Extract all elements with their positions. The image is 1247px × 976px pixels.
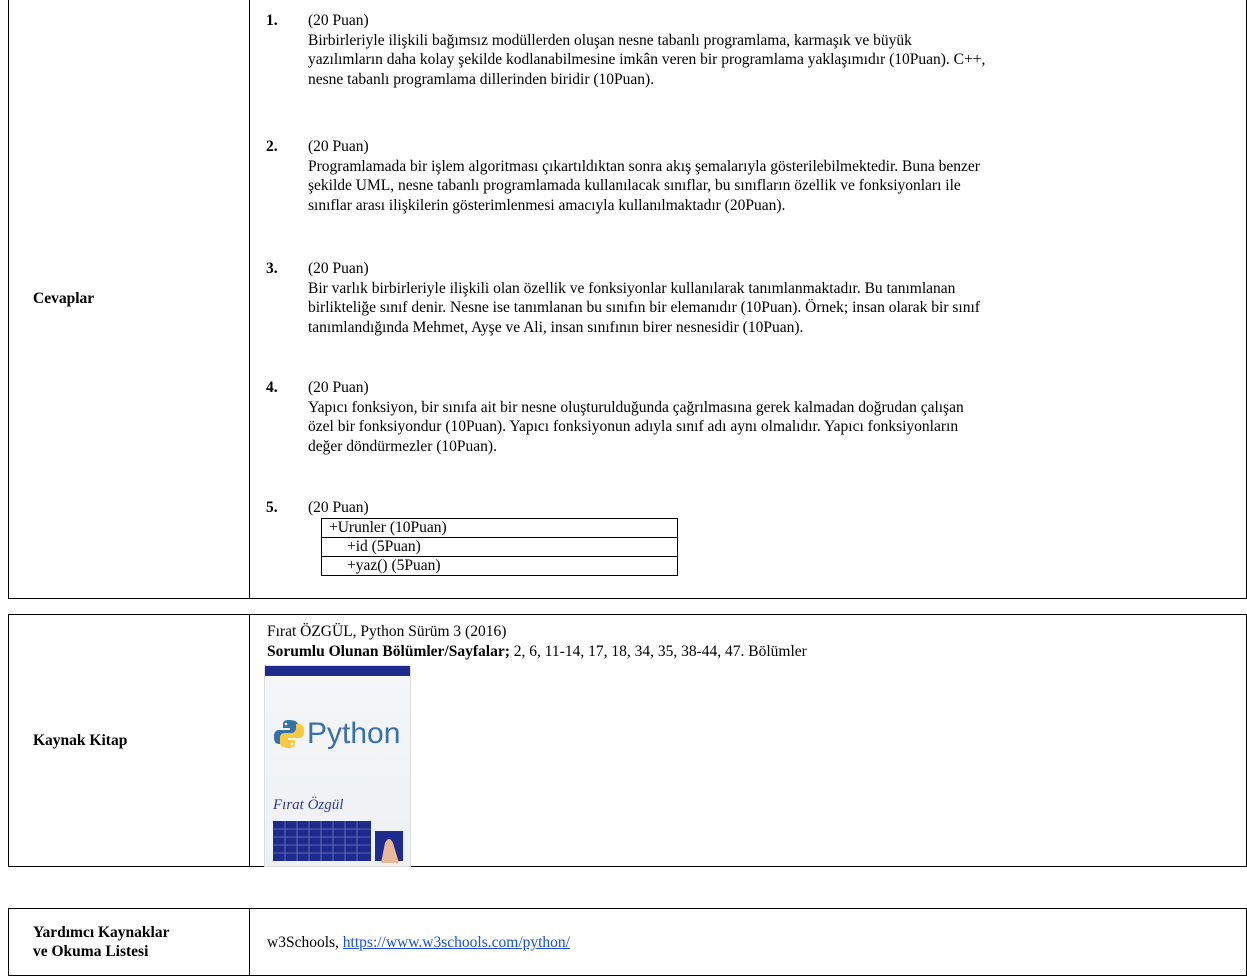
- extra-table: Yardımcı Kaynaklar ve Okuma Listesi w3Sc…: [8, 908, 1247, 976]
- book-sections: Sorumlu Olunan Bölümler/Sayfalar; 2, 6, …: [267, 643, 807, 660]
- answer-line: Yapıcı fonksiyon, bir sınıfa ait bir nes…: [308, 398, 964, 416]
- question-number: 5.: [266, 499, 278, 516]
- question-number: 1.: [266, 12, 278, 29]
- extra-label: Yardımcı Kaynaklar ve Okuma Listesi: [9, 909, 250, 975]
- question-points: (20 Puan): [308, 138, 369, 155]
- question-points: (20 Puan): [308, 260, 369, 277]
- answers-label: Cevaplar: [9, 0, 250, 598]
- book-table: Kaynak Kitap Fırat ÖZGÜL, Python Sürüm 3…: [8, 614, 1247, 867]
- python-logo: Python: [273, 718, 400, 750]
- extra-source-name: w3Schools,: [267, 934, 343, 951]
- question-points: (20 Puan): [308, 379, 369, 396]
- cover-logo-text: Python: [307, 717, 401, 750]
- uml-attribute: +id (5Puan): [322, 538, 677, 557]
- uml-class-name: +Urunler (10Puan): [322, 519, 677, 538]
- cover-top-band: [265, 666, 410, 676]
- python-logo-icon: [274, 720, 304, 748]
- answer-line: birlikteliğe sınıf denir. Nesne ise tanı…: [308, 299, 980, 316]
- keyboard-illustration: [273, 821, 403, 863]
- answer-line: değer döndürmezler (10Puan).: [308, 437, 497, 455]
- cover-author: Fırat Özgül: [273, 797, 344, 813]
- uml-class-diagram: +Urunler (10Puan) +id (5Puan) +yaz() (5P…: [321, 518, 678, 576]
- book-label: Kaynak Kitap: [9, 615, 250, 866]
- book-cover-image: Python Fırat Özgül: [264, 665, 411, 867]
- answer-line: sınıflar arası ilişkilerin gösterimlenme…: [308, 196, 786, 214]
- answer-line: yazılımların daha kolay şekilde kodlanab…: [308, 51, 986, 68]
- book-content: Fırat ÖZGÜL, Python Sürüm 3 (2016) Sorum…: [250, 615, 1246, 867]
- question-points: (20 Puan): [308, 12, 369, 29]
- book-citation: Fırat ÖZGÜL, Python Sürüm 3 (2016): [267, 623, 507, 640]
- answer-line: nesne tabanlı programlama dillerinden bi…: [308, 70, 655, 88]
- answer-line: özel bir fonksiyondur (10Puan). Yapıcı f…: [308, 418, 959, 435]
- answer-line: Programlamada bir işlem algoritması çıka…: [308, 157, 980, 175]
- answers-table: Cevaplar 1. (20 Puan) Birbirleriyle iliş…: [8, 0, 1247, 599]
- question-number: 2.: [266, 138, 278, 155]
- question-points: (20 Puan): [308, 499, 369, 516]
- question-number: 4.: [266, 379, 278, 396]
- question-number: 3.: [266, 260, 278, 277]
- uml-method: +yaz() (5Puan): [322, 557, 677, 576]
- extra-content: w3Schools, https://www.w3schools.com/pyt…: [250, 909, 1246, 975]
- answer-line: Birbirleriyle ilişkili bağımsız modüller…: [308, 31, 912, 49]
- answer-line: Bir varlık birbirleriyle ilişkili olan ö…: [308, 279, 956, 297]
- answer-line: şekilde UML, nesne tabanlı programlamada…: [308, 177, 961, 194]
- answer-line: tanımlandığında Mehmet, Ayşe ve Ali, ins…: [308, 318, 804, 336]
- w3schools-link[interactable]: https://www.w3schools.com/python/: [343, 934, 570, 951]
- extra-text-line: w3Schools, https://www.w3schools.com/pyt…: [267, 933, 570, 953]
- answers-content: 1. (20 Puan) Birbirleriyle ilişkili bağı…: [250, 0, 1246, 598]
